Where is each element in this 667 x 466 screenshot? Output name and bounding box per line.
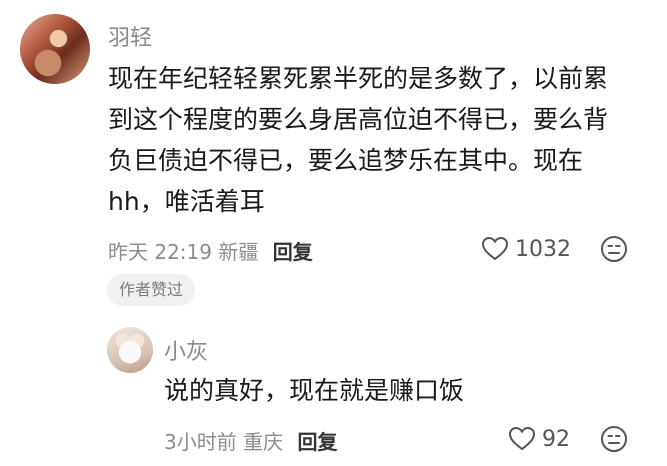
comment-line: 负巨债迫不得已，要么追梦乐在其中。现在 — [108, 146, 584, 175]
reply-meta: 3小时前 重庆 回复 — [164, 426, 337, 455]
comment-line: 到这个程度的要么身居高位迫不得已，要么背 — [108, 105, 609, 134]
reply-time: 3小时前 — [164, 430, 237, 454]
comment-like-count: 1032 — [515, 236, 571, 262]
reply-like-count: 92 — [542, 426, 570, 452]
emoji-face-icon — [601, 426, 627, 452]
comment-time: 昨天 22:19 — [108, 240, 212, 264]
reply-location: 重庆 — [243, 430, 284, 454]
comment-line: 现在年纪轻轻累死累半死的是多数了，以前累 — [108, 64, 609, 93]
comment-meta: 昨天 22:19 新疆 回复 — [108, 236, 313, 265]
author-liked-badge: 作者赞过 — [107, 274, 196, 306]
comment-like-button[interactable]: 1032 — [481, 236, 571, 262]
commenter-username[interactable]: 羽轻 — [108, 20, 152, 52]
reply-text: 说的真好，现在就是赚口饭 — [164, 376, 465, 405]
heart-outline-icon — [508, 426, 536, 451]
heart-outline-icon — [481, 236, 509, 261]
commenter-avatar[interactable] — [20, 14, 90, 84]
comment-text: 现在年纪轻轻累死累半死的是多数了，以前累 到这个程度的要么身居高位迫不得已，要么… — [108, 58, 653, 222]
emoji-face-icon — [601, 236, 627, 262]
reply-like-button[interactable]: 92 — [508, 426, 570, 452]
comment-line: hh，唯活着耳 — [108, 187, 265, 216]
reply-reaction-button[interactable] — [600, 425, 628, 453]
replier-avatar[interactable] — [107, 327, 153, 373]
comment-reaction-button[interactable] — [600, 235, 628, 263]
reply-reply-button[interactable]: 回复 — [297, 430, 337, 454]
comment-reply-button[interactable]: 回复 — [273, 240, 313, 264]
comment-location: 新疆 — [218, 240, 259, 264]
replier-username[interactable]: 小灰 — [164, 334, 208, 366]
